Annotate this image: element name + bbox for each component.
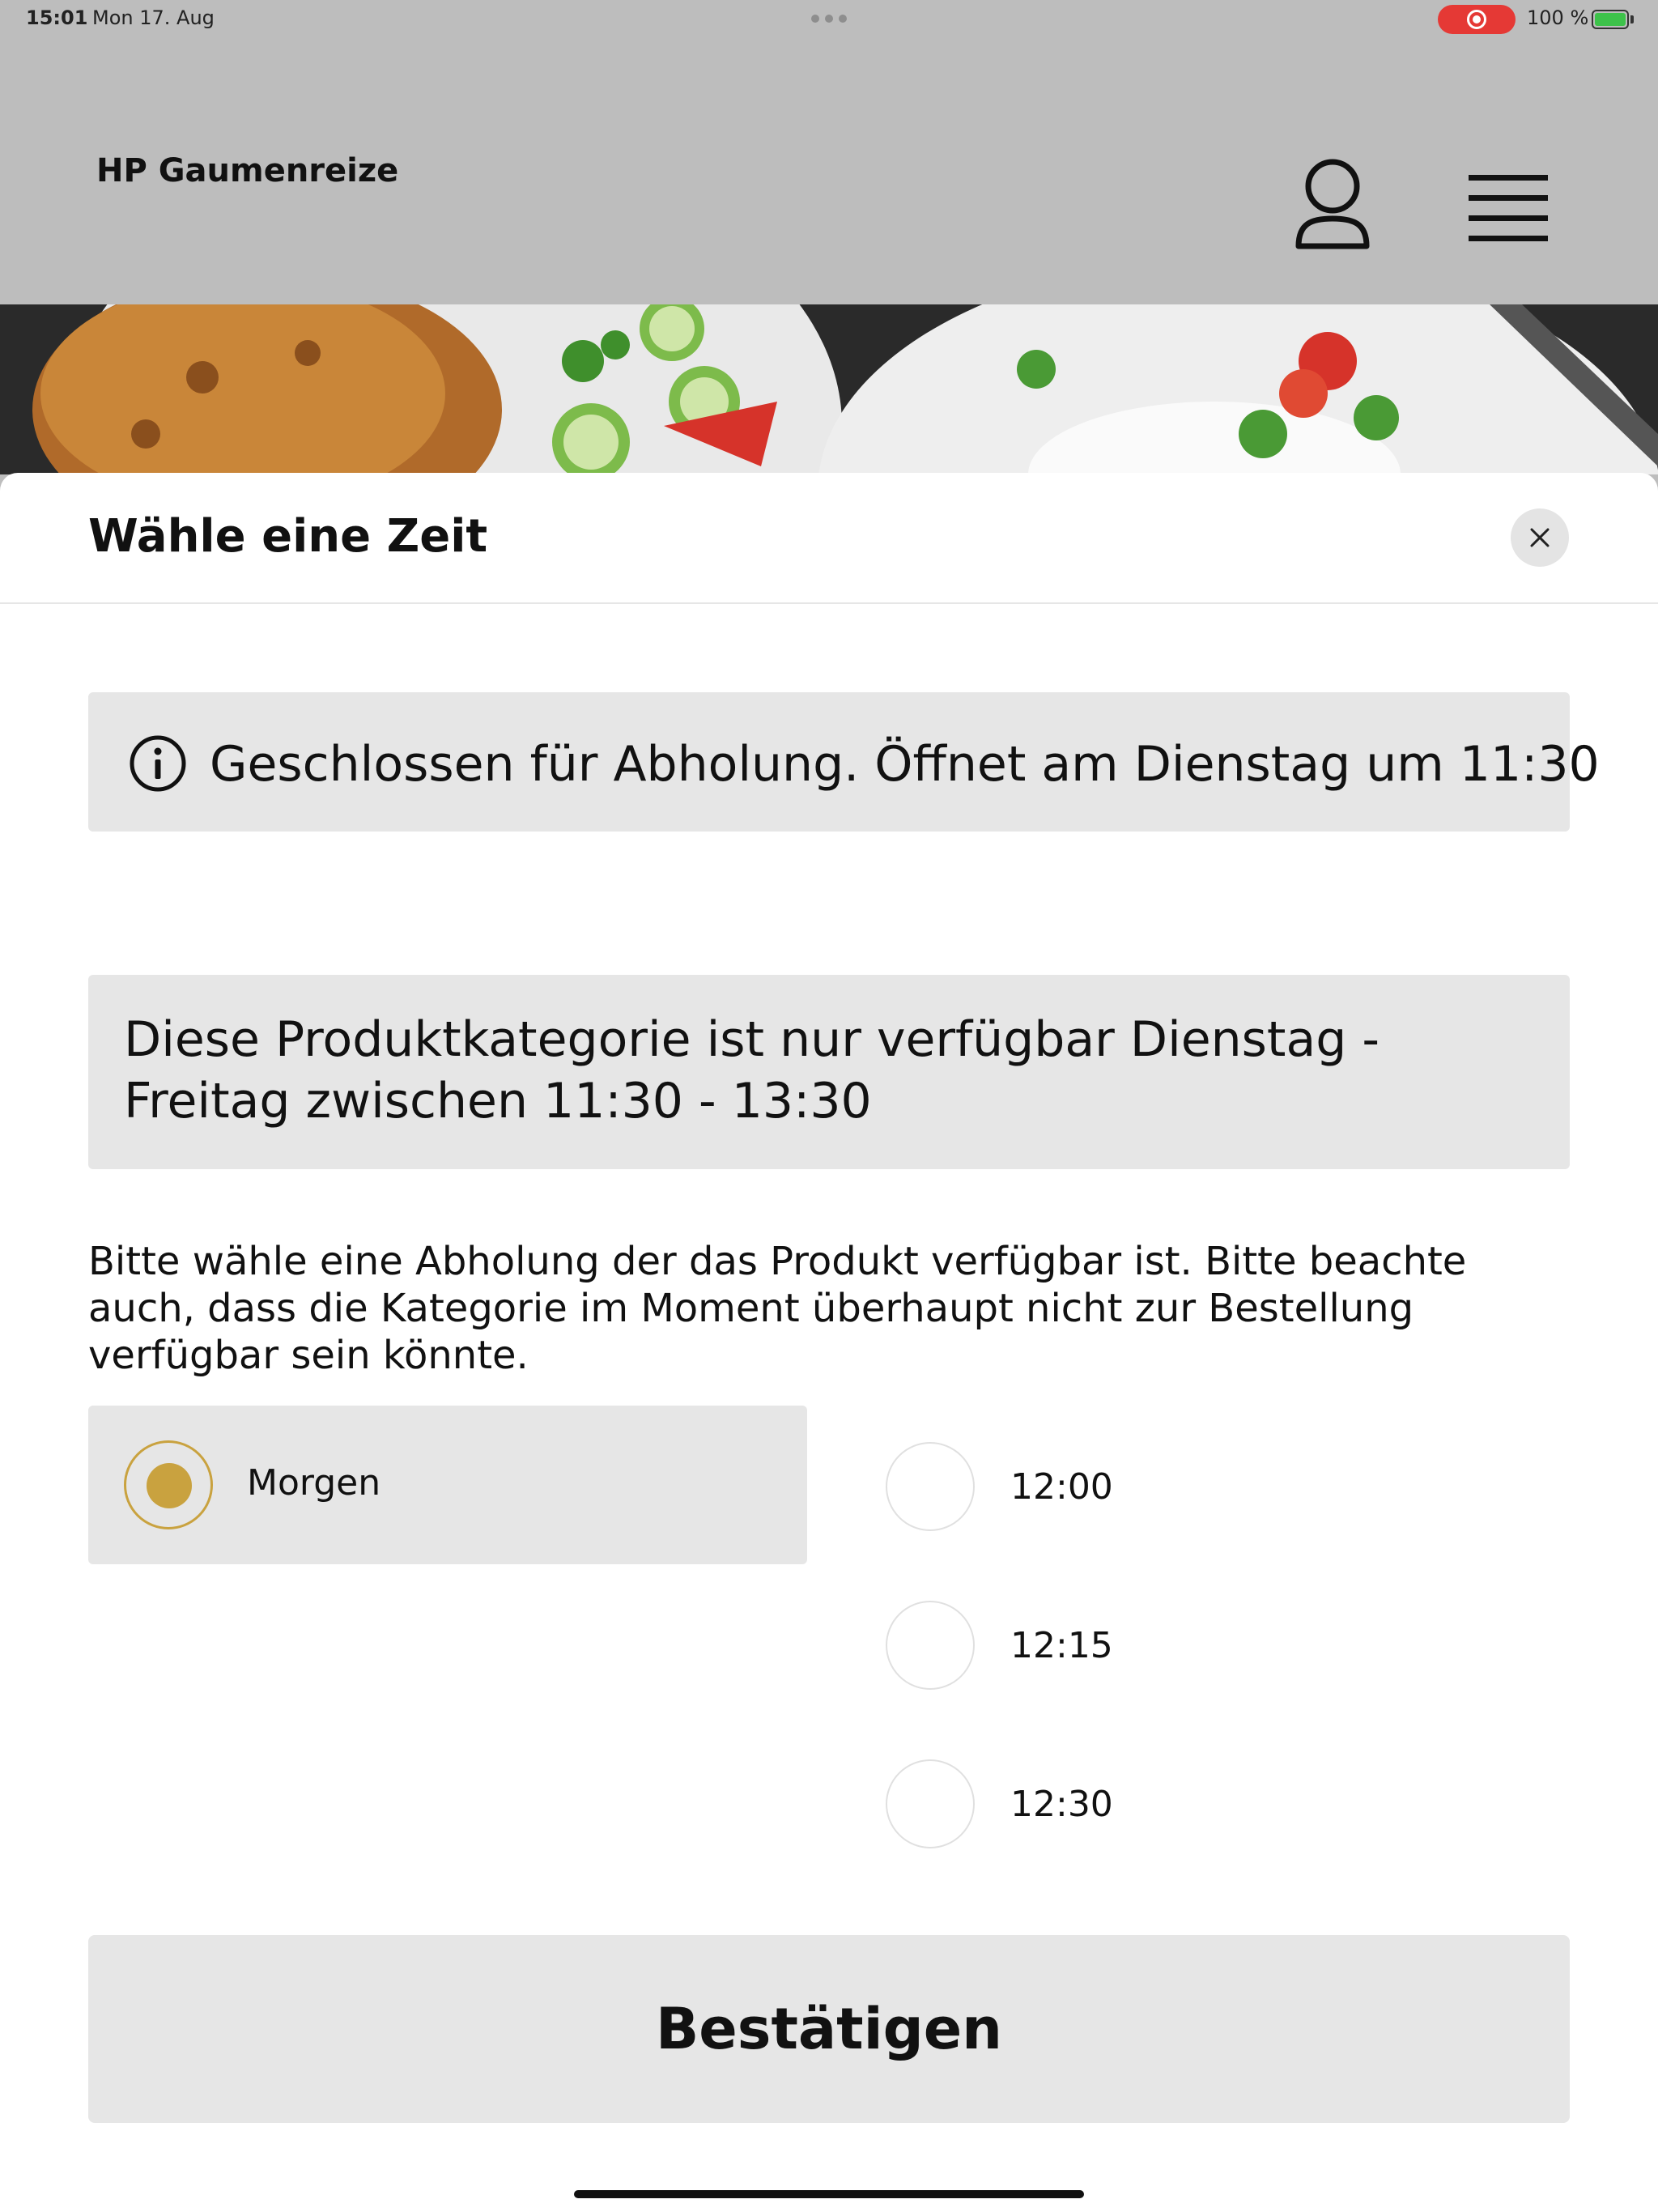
profile-button[interactable] (1294, 159, 1371, 256)
app-header: HP Gaumenreize (0, 37, 1658, 304)
pickup-hint-text: Bitte wähle eine Abholung der das Produk… (88, 1239, 1467, 1378)
sheet-title: Wähle eine Zeit (88, 510, 488, 563)
record-icon (1467, 10, 1486, 29)
day-radio[interactable] (124, 1440, 213, 1529)
multitasking-dots-icon[interactable] (811, 15, 847, 23)
confirm-button[interactable]: Bestätigen (88, 1935, 1570, 2123)
day-option-label: Morgen (247, 1462, 381, 1504)
menu-button[interactable] (1464, 172, 1553, 245)
time-option-1215[interactable]: 12:15 (886, 1601, 1371, 1690)
time-picker-sheet: Wähle eine Zeit Geschlossen für Abholung… (0, 473, 1658, 2212)
brand-name[interactable]: HP Gaumenreize (96, 152, 398, 189)
sheet-header: Wähle eine Zeit (0, 473, 1658, 604)
closed-notice: Geschlossen für Abholung. Öffnet am Dien… (88, 692, 1600, 832)
battery-cap (1630, 15, 1634, 23)
category-availability-notice: Diese Produktkategorie ist nur verfügbar… (88, 975, 1570, 1169)
time-option-label: 12:15 (1010, 1625, 1113, 1666)
info-icon (130, 735, 186, 792)
category-availability-text: Diese Produktkategorie ist nur verfügbar… (124, 1011, 1380, 1129)
day-option-morgen[interactable]: Morgen (88, 1406, 807, 1564)
time-radio[interactable] (886, 1759, 975, 1848)
status-time: 15:01 (26, 6, 88, 29)
close-button[interactable] (1511, 508, 1569, 567)
time-radio[interactable] (886, 1442, 975, 1531)
close-icon (1530, 528, 1550, 547)
status-bar: 15:01 Mon 17. Aug 100 % (0, 0, 1658, 37)
status-date: Mon 17. Aug (92, 6, 215, 29)
time-option-label: 12:00 (1010, 1466, 1113, 1508)
time-option-1200[interactable]: 12:00 (886, 1442, 1371, 1531)
hamburger-menu-icon (1469, 175, 1548, 241)
person-icon (1295, 159, 1370, 249)
time-option-label: 12:30 (1010, 1784, 1113, 1825)
screen-recording-indicator[interactable] (1438, 5, 1516, 34)
time-option-1230[interactable]: 12:30 (886, 1759, 1371, 1848)
time-radio[interactable] (886, 1601, 975, 1690)
battery-icon (1592, 10, 1629, 29)
home-indicator[interactable] (574, 2190, 1084, 2198)
closed-notice-text: Geschlossen für Abholung. Öffnet am Dien… (210, 736, 1600, 793)
hero-food-image (0, 304, 1658, 474)
battery-percentage: 100 % (1527, 6, 1589, 29)
